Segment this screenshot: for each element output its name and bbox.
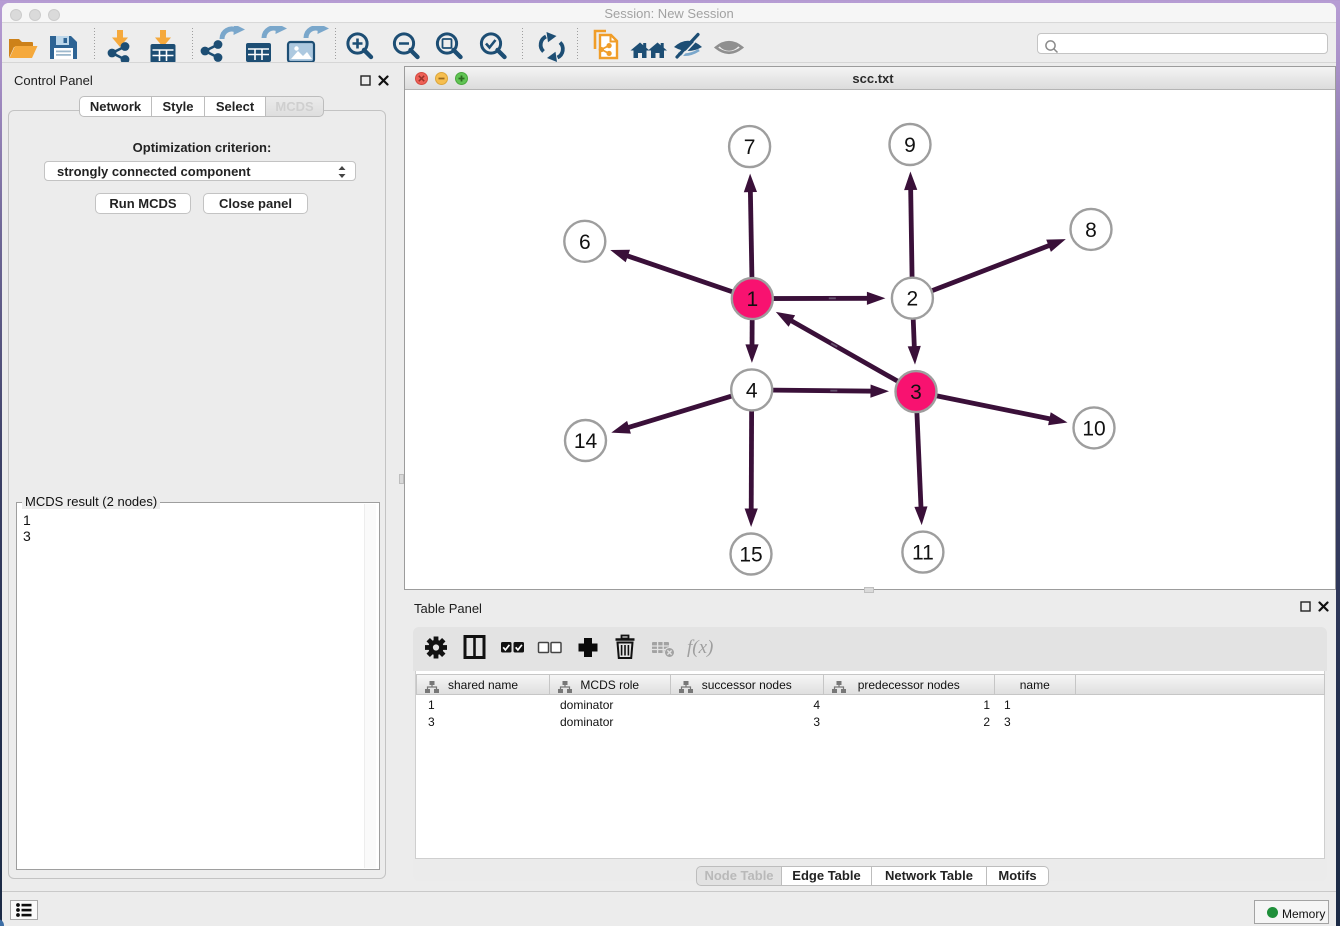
svg-text:2: 2 — [907, 288, 919, 311]
svg-text:3: 3 — [910, 381, 922, 404]
svg-text:10: 10 — [1082, 417, 1105, 440]
svg-text:4: 4 — [746, 379, 758, 402]
svg-text:7: 7 — [744, 136, 756, 159]
svg-text:6: 6 — [579, 231, 591, 254]
svg-text:9: 9 — [904, 134, 916, 157]
svg-text:f(x): f(x) — [687, 637, 713, 658]
svg-text:15: 15 — [739, 544, 762, 567]
svg-text:8: 8 — [1085, 219, 1097, 242]
svg-text:14: 14 — [574, 430, 598, 453]
svg-text:11: 11 — [912, 542, 934, 565]
svg-text:1: 1 — [746, 288, 758, 311]
